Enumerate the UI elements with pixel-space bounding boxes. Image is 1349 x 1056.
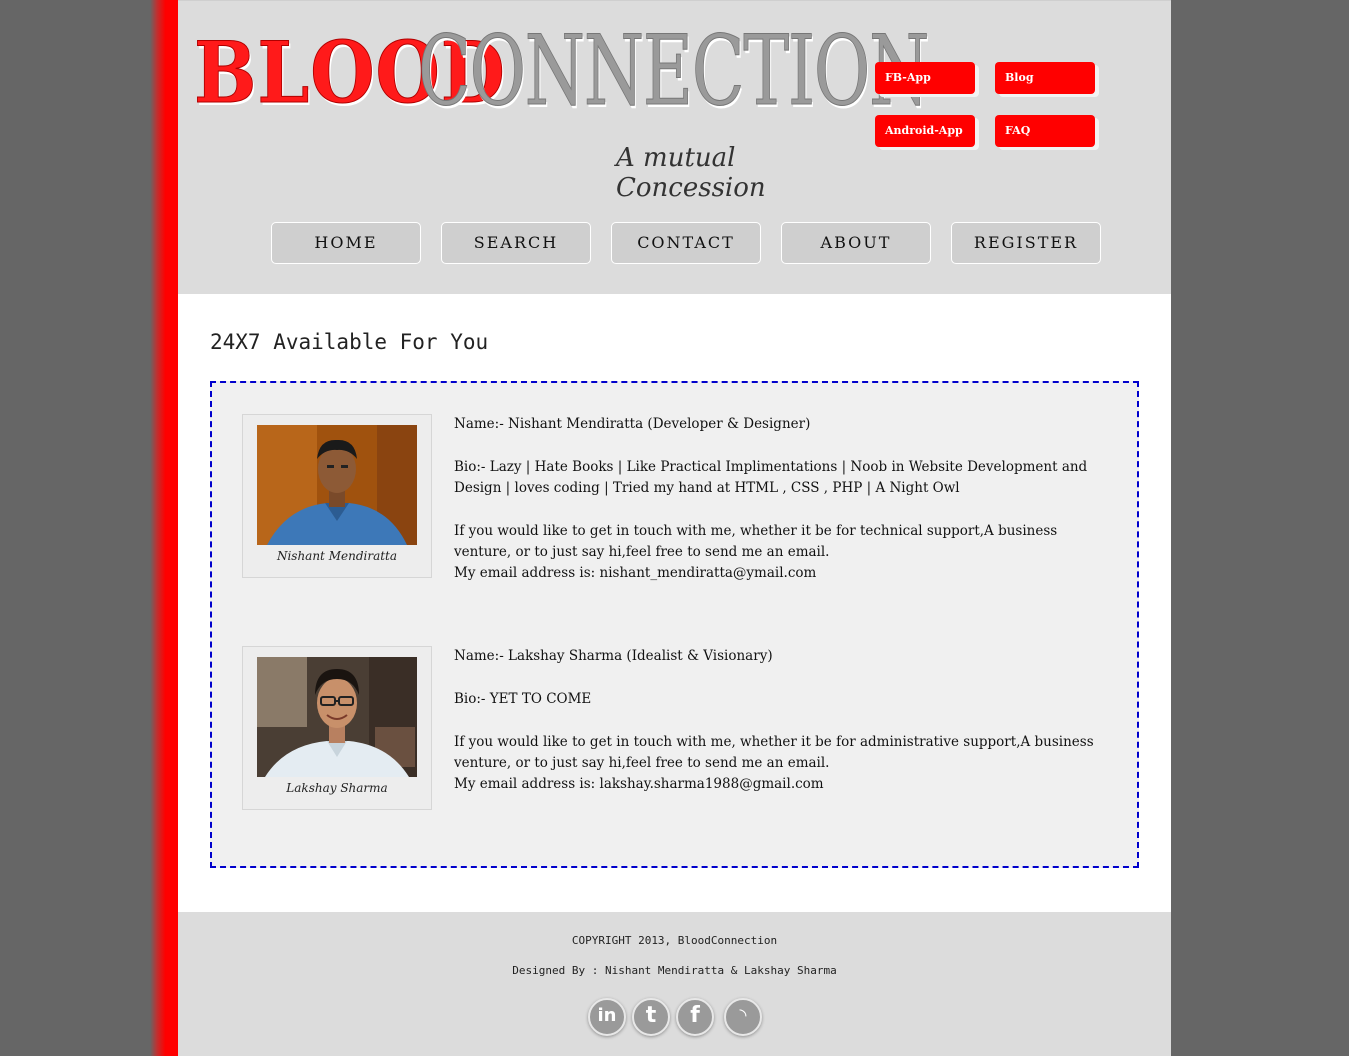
site-logo[interactable]: BLOOD CONNECTION A mutual Concession: [190, 15, 930, 204]
linkedin-icon[interactable]: in: [588, 998, 626, 1036]
member-name: Name:- Nishant Mendiratta (Developer & D…: [454, 416, 811, 432]
rss-icon[interactable]: ◝: [724, 998, 762, 1036]
blog-button[interactable]: Blog: [995, 62, 1095, 94]
nav-about[interactable]: ABOUT: [781, 222, 931, 264]
facebook-icon[interactable]: f: [676, 998, 714, 1036]
member-photo: [257, 657, 417, 777]
photo-card: Nishant Mendiratta: [242, 414, 432, 578]
left-red-bar: [150, 0, 178, 1056]
page-container: BLOOD CONNECTION A mutual Concession FB-…: [178, 0, 1171, 1056]
site-footer: COPYRIGHT 2013, BloodConnection Designed…: [178, 912, 1171, 1056]
member-name: Name:- Lakshay Sharma (Idealist & Vision…: [454, 648, 773, 664]
designed-by-text: Designed By : Nishant Mendiratta & Laksh…: [512, 964, 837, 977]
member-email[interactable]: My email address is: nishant_mendiratta@…: [454, 563, 1104, 584]
logo-connection-text: CONNECTION: [418, 15, 930, 128]
photo-card: Lakshay Sharma: [242, 646, 432, 810]
member-info: Name:- Nishant Mendiratta (Developer & D…: [454, 414, 1104, 584]
nav-register[interactable]: REGISTER: [951, 222, 1101, 264]
member-bio: Bio:- YET TO COME: [454, 691, 592, 707]
photo-caption: Lakshay Sharma: [286, 781, 388, 795]
photo-caption: Nishant Mendiratta: [276, 549, 398, 563]
member-contact-text: If you would like to get in touch with m…: [454, 734, 1094, 771]
team-box: Nishant Mendiratta Name:- Nishant Mendir…: [210, 381, 1139, 868]
nav-search[interactable]: SEARCH: [441, 222, 591, 264]
member-info: Name:- Lakshay Sharma (Idealist & Vision…: [454, 646, 1104, 795]
tumblr-icon[interactable]: t: [632, 998, 670, 1036]
page-title: 24X7 Available For You: [210, 330, 489, 354]
member-email[interactable]: My email address is: lakshay.sharma1988@…: [454, 774, 1104, 795]
copyright-text: COPYRIGHT 2013, BloodConnection: [571, 934, 778, 947]
faq-button[interactable]: FAQ: [995, 115, 1095, 147]
logo-tagline: A mutual Concession: [616, 143, 766, 203]
member-photo: [257, 425, 417, 545]
site-header: BLOOD CONNECTION A mutual Concession FB-…: [178, 0, 1171, 294]
member-contact-text: If you would like to get in touch with m…: [454, 523, 1058, 560]
fb-app-button[interactable]: FB-App: [875, 62, 975, 94]
nav-home[interactable]: HOME: [271, 222, 421, 264]
android-app-button[interactable]: Android-App: [875, 115, 975, 147]
member-bio: Bio:- Lazy | Hate Books | Like Practical…: [454, 459, 1088, 496]
nav-contact[interactable]: CONTACT: [611, 222, 761, 264]
